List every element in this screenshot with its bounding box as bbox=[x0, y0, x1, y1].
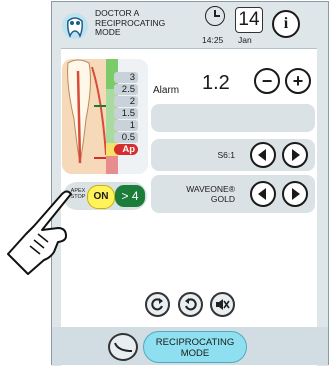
handpiece-icon[interactable] bbox=[108, 333, 138, 361]
ratio-row: S6:1 bbox=[151, 139, 315, 171]
scale-mark: 0.5 bbox=[114, 132, 138, 143]
scale-mark: 2 bbox=[114, 96, 138, 107]
file-label-line: WAVEONE® bbox=[186, 184, 235, 194]
file-row: WAVEONE® GOLD bbox=[151, 175, 315, 213]
bottom-bar: RECIPROCATING MODE bbox=[52, 327, 328, 365]
file-label-line: GOLD bbox=[210, 194, 235, 204]
scale-mark: 3 bbox=[114, 72, 138, 83]
reverse-icon[interactable] bbox=[178, 292, 203, 317]
scale-mark: 2.5 bbox=[114, 84, 138, 95]
time-display: 14:25 bbox=[202, 35, 224, 45]
apex-stop-value-button[interactable]: > 4 bbox=[115, 185, 145, 207]
alarm-label: Alarm bbox=[153, 85, 180, 96]
alarm-plus-button[interactable]: + bbox=[285, 68, 311, 94]
info-icon[interactable]: i bbox=[272, 10, 300, 38]
alarm-value: 1.2 bbox=[202, 72, 230, 94]
device-screen: DOCTOR A RECIPROCATING MODE 14:25 14 Jan… bbox=[51, 1, 329, 366]
mode-title: DOCTOR A RECIPROCATING MODE bbox=[95, 8, 165, 38]
header: DOCTOR A RECIPROCATING MODE 14:25 14 Jan… bbox=[52, 2, 328, 49]
clock-icon[interactable] bbox=[205, 6, 225, 26]
apex-scale: 3 2.5 2 1.5 1 0.5 Ap bbox=[114, 72, 138, 156]
empty-info-bar bbox=[151, 104, 315, 132]
mute-icon[interactable] bbox=[210, 292, 235, 317]
scale-mark: 1.5 bbox=[114, 108, 138, 119]
next-arrow-icon[interactable] bbox=[282, 142, 308, 168]
logo-icon bbox=[62, 13, 88, 39]
ratio-label: S6:1 bbox=[217, 150, 236, 160]
title-line: MODE bbox=[95, 27, 121, 37]
prev-arrow-icon[interactable] bbox=[250, 181, 276, 207]
date-month: Jan bbox=[238, 35, 252, 45]
rotate-icon[interactable] bbox=[145, 292, 170, 317]
next-arrow-icon[interactable] bbox=[282, 181, 308, 207]
prev-arrow-icon[interactable] bbox=[250, 142, 276, 168]
mode-label-line: MODE bbox=[180, 348, 210, 359]
apex-mark: Ap bbox=[114, 144, 138, 155]
pointing-hand-icon bbox=[7, 190, 72, 275]
right-frame bbox=[317, 48, 328, 366]
mode-label-line: RECIPROCATING bbox=[155, 337, 235, 348]
apex-locator-panel: 3 2.5 2 1.5 1 0.5 Ap bbox=[62, 59, 148, 174]
calendar-icon[interactable]: 14 bbox=[235, 7, 263, 33]
file-label: WAVEONE® GOLD bbox=[186, 184, 235, 204]
mode-button[interactable]: RECIPROCATING MODE bbox=[143, 331, 247, 363]
alarm-minus-button[interactable]: − bbox=[254, 68, 280, 94]
scale-mark: 1 bbox=[114, 120, 138, 131]
